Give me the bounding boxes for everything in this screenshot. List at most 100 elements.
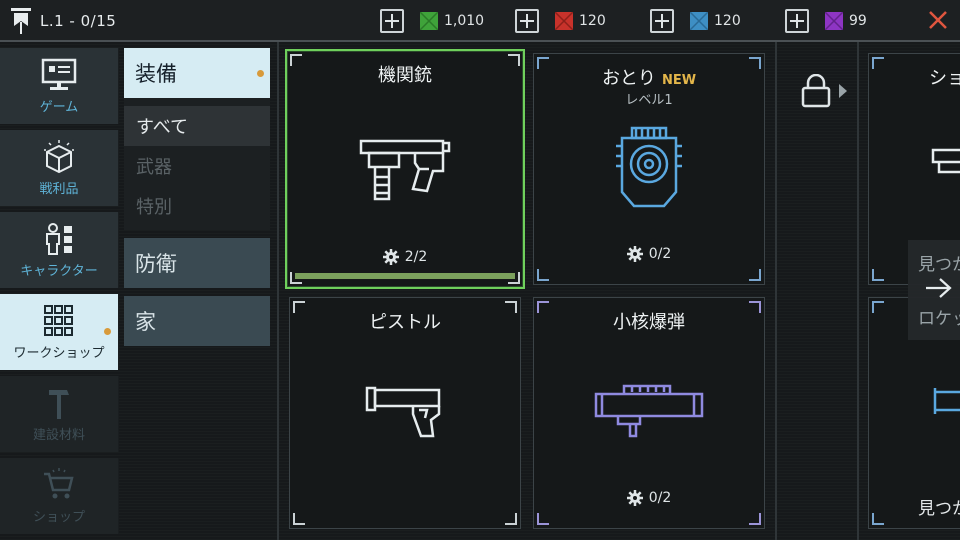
category-label: 装備: [135, 62, 177, 86]
item-count: 0/2: [534, 246, 764, 262]
resource-blue: 120: [650, 9, 741, 33]
monitor-icon: [41, 58, 77, 90]
subcategory-all[interactable]: すべて: [124, 106, 270, 146]
item-title: 機関銃: [378, 65, 432, 86]
item-title: ピストル: [369, 312, 441, 333]
category-equipment[interactable]: 装備: [124, 48, 270, 98]
category-defense[interactable]: 防衛: [124, 238, 270, 288]
corner-decoration: [872, 301, 884, 313]
add-purple-button[interactable]: [785, 9, 809, 33]
sidebar-item-label: ゲーム: [39, 99, 79, 115]
item-title: おとり: [601, 68, 656, 89]
sidebar-item-loot[interactable]: 戦利品: [0, 130, 119, 206]
plus-icon: [385, 14, 399, 28]
purple-amount: 99: [849, 13, 867, 29]
notification-dot: [257, 70, 264, 77]
sidebar-item-label: 建設材料: [32, 427, 85, 443]
add-red-button[interactable]: [515, 9, 539, 33]
hammer-icon: [49, 389, 69, 419]
sidebar-item-shop[interactable]: ショップ: [0, 458, 119, 534]
pistol-icon: [365, 386, 441, 438]
item-card-mini-nuke[interactable]: 小核爆弾 0/2: [533, 297, 765, 529]
arrow-right-icon: [926, 278, 952, 298]
locked-section[interactable]: [800, 74, 848, 108]
add-green-button[interactable]: [380, 9, 404, 33]
close-icon[interactable]: [928, 10, 948, 30]
level-text: L.1 - 0/15: [40, 12, 117, 30]
gear-icon: [382, 249, 399, 265]
top-bar: L.1 - 0/15 1,010 120 120 99: [0, 0, 960, 42]
sidebar-item-character[interactable]: キャラクター: [0, 212, 119, 288]
gear-icon: [626, 246, 643, 262]
red-gem-icon: [555, 12, 573, 30]
subcategory-weapons[interactable]: 武器: [124, 146, 270, 186]
red-amount: 120: [579, 13, 606, 29]
machine-gun-icon: [359, 139, 451, 201]
decoy-target-icon: [616, 126, 682, 208]
resource-purple: 99: [785, 9, 867, 33]
item-count-text: 2/2: [404, 249, 428, 265]
corner-decoration: [537, 269, 549, 281]
progress-bar: [295, 273, 515, 279]
progress-fill: [295, 273, 515, 279]
corner-decoration: [872, 57, 884, 69]
item-card-machine-gun[interactable]: 機関銃 2/2: [285, 49, 525, 289]
green-amount: 1,010: [444, 13, 485, 29]
new-badge: NEW: [661, 73, 697, 88]
notification-dot: [104, 328, 111, 335]
item-count: 2/2: [287, 249, 523, 265]
not-found-text: 見つか: [918, 499, 960, 519]
level-indicator[interactable]: L.1 - 0/15: [10, 8, 116, 34]
item-card-pistol[interactable]: ピストル: [289, 297, 521, 529]
sidebar: ゲーム 戦利品 キャラクター ワークショップ 建設材料 ショップ: [0, 48, 119, 540]
sidebar-item-game[interactable]: ゲーム: [0, 48, 119, 124]
cart-icon: [44, 467, 74, 498]
item-title-row: おとり NEW: [534, 64, 764, 90]
panel-divider: [277, 42, 279, 540]
character-icon: [46, 222, 72, 255]
sidebar-item-label: ショップ: [32, 509, 85, 525]
panel-divider: [775, 42, 777, 540]
green-gem-icon: [420, 12, 438, 30]
blue-amount: 120: [714, 13, 741, 29]
corner-decoration: [872, 513, 884, 525]
loot-box-icon: [44, 139, 74, 173]
hint-line: ロケッ: [918, 309, 960, 329]
gear-icon: [626, 490, 643, 506]
hint-line: 見つか: [918, 255, 960, 275]
blue-gem-icon: [690, 12, 708, 30]
banner-flag-icon: [11, 8, 31, 34]
lock-icon: [801, 74, 831, 108]
sidebar-item-materials[interactable]: 建設材料: [0, 376, 119, 452]
chevron-right-icon: [839, 84, 847, 98]
sidebar-item-label: キャラクター: [20, 263, 98, 279]
plus-icon: [520, 14, 534, 28]
resource-green: 1,010: [380, 9, 484, 33]
grid-icon: [44, 304, 73, 336]
item-count-text: 0/2: [648, 490, 672, 506]
resource-red: 120: [515, 9, 606, 33]
corner-decoration: [505, 513, 517, 525]
hint-popup[interactable]: 見つか ロケッ: [908, 240, 960, 340]
add-blue-button[interactable]: [650, 9, 674, 33]
corner-decoration: [537, 513, 549, 525]
subcategory-special[interactable]: 特別: [124, 186, 270, 226]
item-title: ショ: [929, 68, 960, 89]
sidebar-item-label: 戦利品: [39, 181, 79, 197]
plus-icon: [790, 14, 804, 28]
corner-decoration: [293, 513, 305, 525]
plus-icon: [655, 14, 669, 28]
item-card-decoy[interactable]: おとり NEW レベル1 0/2: [533, 53, 765, 285]
item-level: レベル1: [625, 93, 673, 108]
purple-gem-icon: [825, 12, 843, 30]
item-title: 小核爆弾: [613, 312, 685, 333]
weapon-icon: [933, 388, 960, 414]
corner-decoration: [872, 269, 884, 281]
sidebar-item-workshop[interactable]: ワークショップ: [0, 294, 119, 370]
subcategory-list: すべて 武器 特別: [124, 98, 270, 230]
launcher-icon: [594, 384, 704, 438]
panel-divider: [857, 42, 859, 540]
corner-decoration: [749, 513, 761, 525]
category-house[interactable]: 家: [124, 296, 270, 346]
weapon-icon: [931, 148, 960, 174]
